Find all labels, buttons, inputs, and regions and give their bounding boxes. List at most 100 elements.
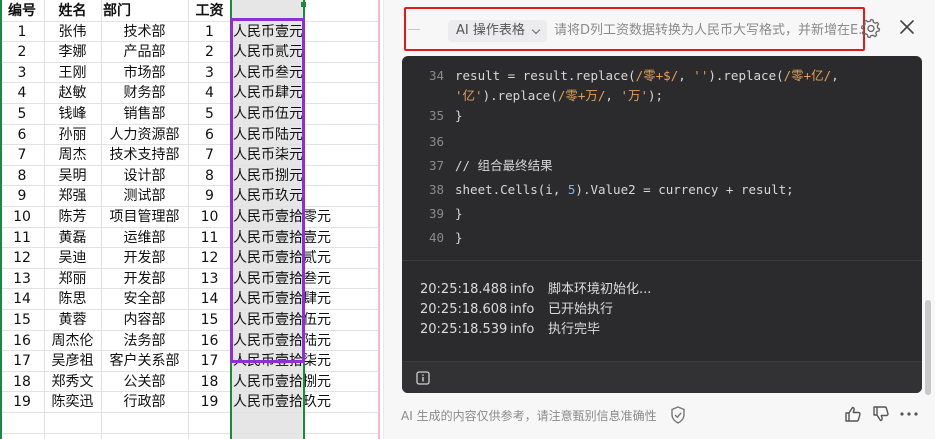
cell-salary[interactable]: 1 — [188, 22, 231, 42]
cell-id[interactable]: 10 — [0, 207, 44, 227]
cell-id[interactable]: 14 — [0, 289, 44, 309]
cell-dept[interactable]: 销售部 — [101, 104, 188, 124]
cell-name[interactable]: 张伟 — [44, 22, 101, 42]
cell-salary[interactable]: 10 — [188, 207, 231, 227]
more-icon[interactable] — [899, 405, 919, 423]
cell-id[interactable]: 19 — [0, 392, 44, 412]
cell-salary[interactable]: 3 — [188, 63, 231, 83]
cell-salary[interactable]: 6 — [188, 125, 231, 145]
cell-name[interactable]: 黄蓉 — [44, 310, 101, 330]
cell-salary[interactable]: 5 — [188, 104, 231, 124]
cell-name[interactable]: 郑强 — [44, 186, 101, 206]
cell-dept[interactable]: 运维部 — [101, 228, 188, 248]
thumbs-up-icon[interactable] — [844, 405, 862, 423]
cell-dept[interactable]: 开发部 — [101, 248, 188, 268]
cell-name[interactable]: 吴迪 — [44, 248, 101, 268]
cell-id[interactable]: 17 — [0, 351, 44, 371]
cell-dept[interactable]: 财务部 — [101, 83, 188, 103]
shield-icon[interactable] — [670, 406, 686, 424]
cell-name[interactable]: 李娜 — [44, 42, 101, 62]
cell-salary[interactable]: 17 — [188, 351, 231, 371]
cell-name[interactable]: 黄磊 — [44, 228, 101, 248]
info-icon[interactable] — [416, 371, 430, 385]
cell-currency[interactable]: 人民币壹拾捌元 — [233, 372, 331, 392]
cell-name[interactable]: 周杰 — [44, 145, 101, 165]
header-name[interactable]: 姓名 — [44, 1, 101, 21]
cell-name[interactable]: 钱峰 — [44, 104, 101, 124]
header-dept[interactable]: 部门 — [101, 1, 188, 21]
ai-panel: AI 操作表格 请将D列工资数据转换为人民币大写格式，并新增在E... 34 re… — [383, 0, 935, 439]
cell-name[interactable]: 周杰伦 — [44, 331, 101, 351]
cell-id[interactable]: 4 — [0, 83, 44, 103]
thumbs-down-icon[interactable] — [872, 405, 890, 423]
cell-name[interactable]: 郑丽 — [44, 269, 101, 289]
cell-name[interactable]: 郑秀文 — [44, 372, 101, 392]
cell-id[interactable]: 3 — [0, 63, 44, 83]
panel-scrollbar[interactable] — [925, 300, 931, 395]
cell-name[interactable]: 吴彦祖 — [44, 351, 101, 371]
close-icon[interactable] — [895, 15, 919, 39]
gear-icon[interactable] — [860, 17, 882, 39]
cell-id[interactable]: 2 — [0, 42, 44, 62]
cell-currency[interactable]: 人民币壹拾玖元 — [233, 392, 331, 412]
cell-id[interactable]: 18 — [0, 372, 44, 392]
cell-salary[interactable]: 12 — [188, 248, 231, 268]
cell-dept[interactable]: 人力资源部 — [101, 125, 188, 145]
cell-dept[interactable]: 测试部 — [101, 186, 188, 206]
cell-name[interactable]: 赵敏 — [44, 83, 101, 103]
cell-dept[interactable]: 公关部 — [101, 372, 188, 392]
cell-name[interactable]: 吴明 — [44, 166, 101, 186]
selection-handle[interactable] — [301, 2, 306, 7]
cell-salary[interactable]: 8 — [188, 166, 231, 186]
cell-dept[interactable]: 设计部 — [101, 166, 188, 186]
cell-salary[interactable]: 7 — [188, 145, 231, 165]
cell-id[interactable]: 1 — [0, 22, 44, 42]
cell-dept[interactable]: 技术支持部 — [101, 145, 188, 165]
log-line: 20:25:18.539 info 执行完毕 — [420, 320, 900, 340]
cell-name[interactable]: 陈芳 — [44, 207, 101, 227]
cell-name[interactable]: 孙丽 — [44, 125, 101, 145]
cell-name[interactable]: 王刚 — [44, 63, 101, 83]
cell-name[interactable]: 陈奕迅 — [44, 392, 101, 412]
cell-dept[interactable]: 项目管理部 — [101, 207, 188, 227]
cell-id[interactable]: 11 — [0, 228, 44, 248]
cell-salary[interactable]: 19 — [188, 392, 231, 412]
cell-id[interactable]: 5 — [0, 104, 44, 124]
header-id[interactable]: 编号 — [0, 1, 44, 21]
cell-salary[interactable]: 13 — [188, 269, 231, 289]
code-line: 40} — [402, 228, 922, 248]
cell-id[interactable]: 15 — [0, 310, 44, 330]
code-line: 37 // 组合最终结果 — [402, 156, 922, 176]
cell-dept[interactable]: 市场部 — [101, 63, 188, 83]
log-message: 已开始执行 — [548, 302, 614, 317]
header-salary[interactable]: 工资 — [188, 1, 231, 21]
cell-id[interactable]: 12 — [0, 248, 44, 268]
cell-salary[interactable]: 4 — [188, 83, 231, 103]
cell-salary[interactable]: 16 — [188, 331, 231, 351]
cell-salary[interactable]: 2 — [188, 42, 231, 62]
cell-dept[interactable]: 内容部 — [101, 310, 188, 330]
cell-salary[interactable]: 18 — [188, 372, 231, 392]
cell-dept[interactable]: 法务部 — [101, 331, 188, 351]
cell-id[interactable]: 9 — [0, 186, 44, 206]
cell-salary[interactable]: 11 — [188, 228, 231, 248]
cell-dept[interactable]: 技术部 — [101, 22, 188, 42]
log-time: 20:25:18.488 — [420, 282, 508, 297]
spreadsheet-grid[interactable]: 编号 姓名 部门 工资 1 张伟 技术部 1 人民币壹元 2 李娜 产品部 2 人民币贰元 3 王刚 市场部 3 人… — [0, 0, 380, 439]
log-level: info — [510, 322, 535, 337]
cell-id[interactable]: 8 — [0, 166, 44, 186]
cell-salary[interactable]: 9 — [188, 186, 231, 206]
cell-id[interactable]: 6 — [0, 125, 44, 145]
cell-dept[interactable]: 行政部 — [101, 392, 188, 412]
cell-id[interactable]: 7 — [0, 145, 44, 165]
cell-salary[interactable]: 15 — [188, 310, 231, 330]
cell-salary[interactable]: 14 — [188, 289, 231, 309]
table-row: 10 陈芳 项目管理部 10 人民币壹拾零元 — [0, 207, 380, 228]
cell-name[interactable]: 陈思 — [44, 289, 101, 309]
cell-dept[interactable]: 开发部 — [101, 269, 188, 289]
cell-dept[interactable]: 安全部 — [101, 289, 188, 309]
cell-id[interactable]: 16 — [0, 331, 44, 351]
cell-id[interactable]: 13 — [0, 269, 44, 289]
cell-dept[interactable]: 产品部 — [101, 42, 188, 62]
cell-dept[interactable]: 客户关系部 — [101, 351, 188, 371]
